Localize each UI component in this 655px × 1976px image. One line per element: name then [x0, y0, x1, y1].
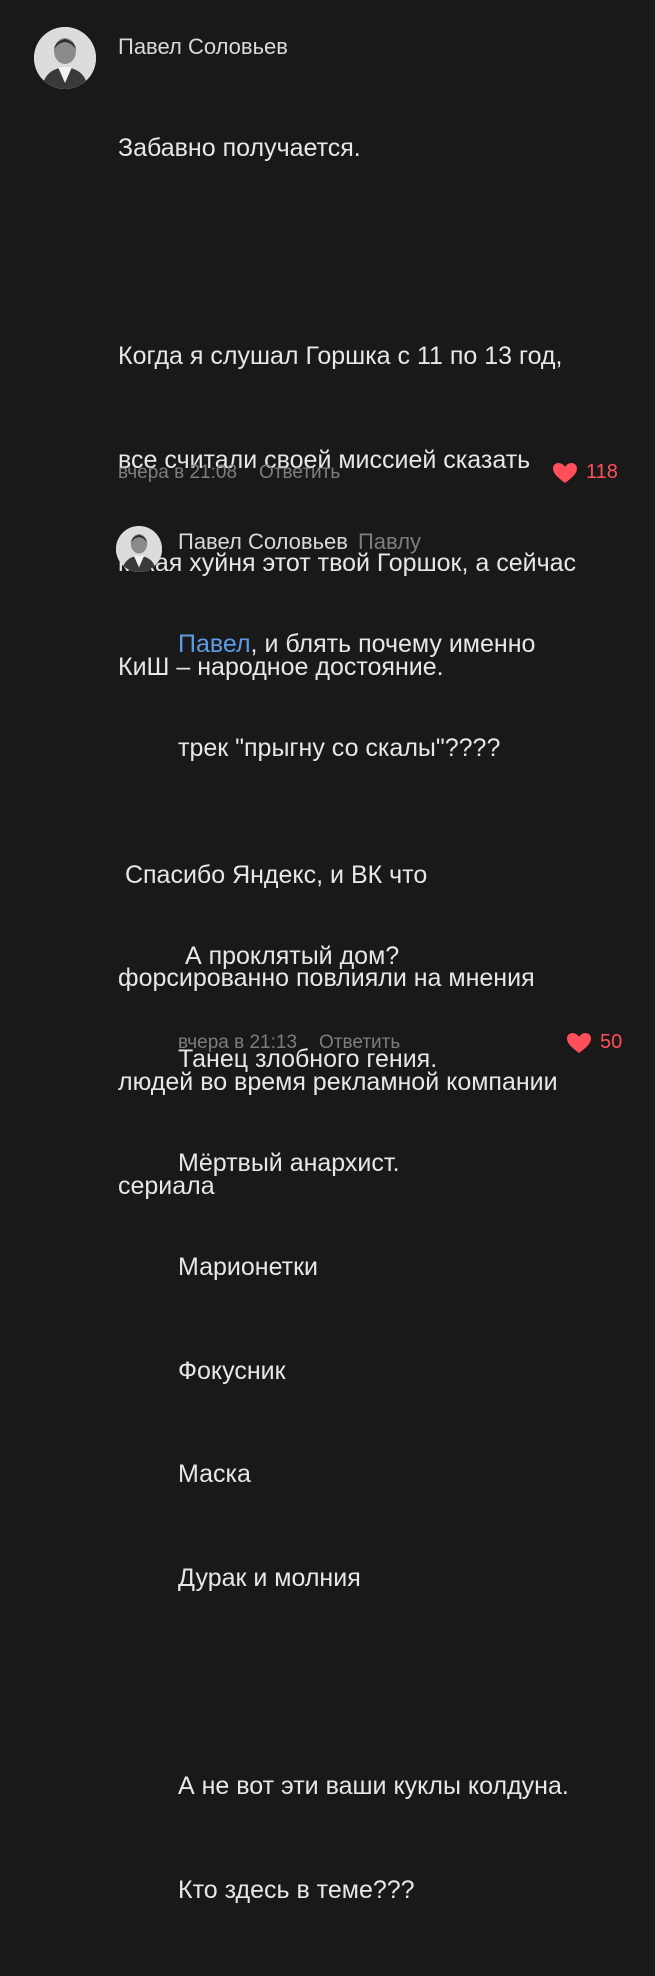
reply-button[interactable]: Ответить [259, 462, 340, 483]
comment-meta: вчера в 21:08 Ответить [118, 462, 340, 484]
like-button[interactable]: 50 [566, 1031, 622, 1054]
mention-link[interactable]: Павел [178, 630, 251, 658]
heart-icon [553, 462, 577, 483]
comment-text-line [118, 235, 576, 270]
comment-text: Павел, и блять почему именно трек "прыгн… [178, 558, 569, 1976]
comment-text-line: Кто здесь в теме??? [178, 1875, 415, 1904]
comment-text-line [178, 1665, 569, 1700]
comment-text-line: Фокусник [178, 1356, 286, 1385]
comment-author: Павел Соловьев Павлу [178, 529, 421, 555]
comment-timestamp: вчера в 21:08 [118, 462, 238, 483]
comment-timestamp: вчера в 21:13 [178, 1032, 298, 1053]
reply-button[interactable]: Ответить [319, 1032, 400, 1053]
comment-author[interactable]: Павел Соловьев [118, 34, 288, 60]
comment-text-line: Дурак и молния [178, 1564, 361, 1593]
user-avatar-icon[interactable] [34, 27, 96, 89]
like-button[interactable]: 118 [552, 461, 618, 484]
comment: Павел Соловьев Забавно получается. Когда… [0, 0, 655, 1200]
comment-text-line: трек "прыгну со скалы"???? [178, 733, 501, 762]
reply-to-label[interactable]: Павлу [358, 529, 421, 554]
user-avatar-icon[interactable] [116, 526, 162, 572]
comment-text-line: Забавно получается. [118, 134, 361, 163]
comment-text-line: Когда я слушал Горшка с 11 по 13 год, [118, 341, 563, 370]
comment-author-name[interactable]: Павел Соловьев [178, 529, 348, 554]
comment-meta: вчера в 21:13 Ответить [178, 1032, 400, 1054]
comment-text-line: Марионетки [178, 1252, 319, 1281]
comment-text-line: А проклятый дом? [178, 941, 400, 970]
comment-text-line: Павел, и блять почему именно [178, 627, 569, 662]
reply-comment: Павел Соловьев Павлу Павел, и блять почем… [0, 500, 655, 1904]
comment-text-line: Маска [178, 1460, 251, 1489]
comment-text-fragment: , и блять почему именно [250, 630, 536, 659]
comment-text-line: А не вот эти ваши куклы колдуна. [178, 1771, 569, 1800]
comment-text-line: Мёртвый анархист. [178, 1149, 400, 1178]
comment-text-line [178, 835, 569, 870]
like-count: 118 [586, 461, 618, 483]
like-count: 50 [600, 1031, 623, 1053]
heart-icon [567, 1032, 591, 1053]
